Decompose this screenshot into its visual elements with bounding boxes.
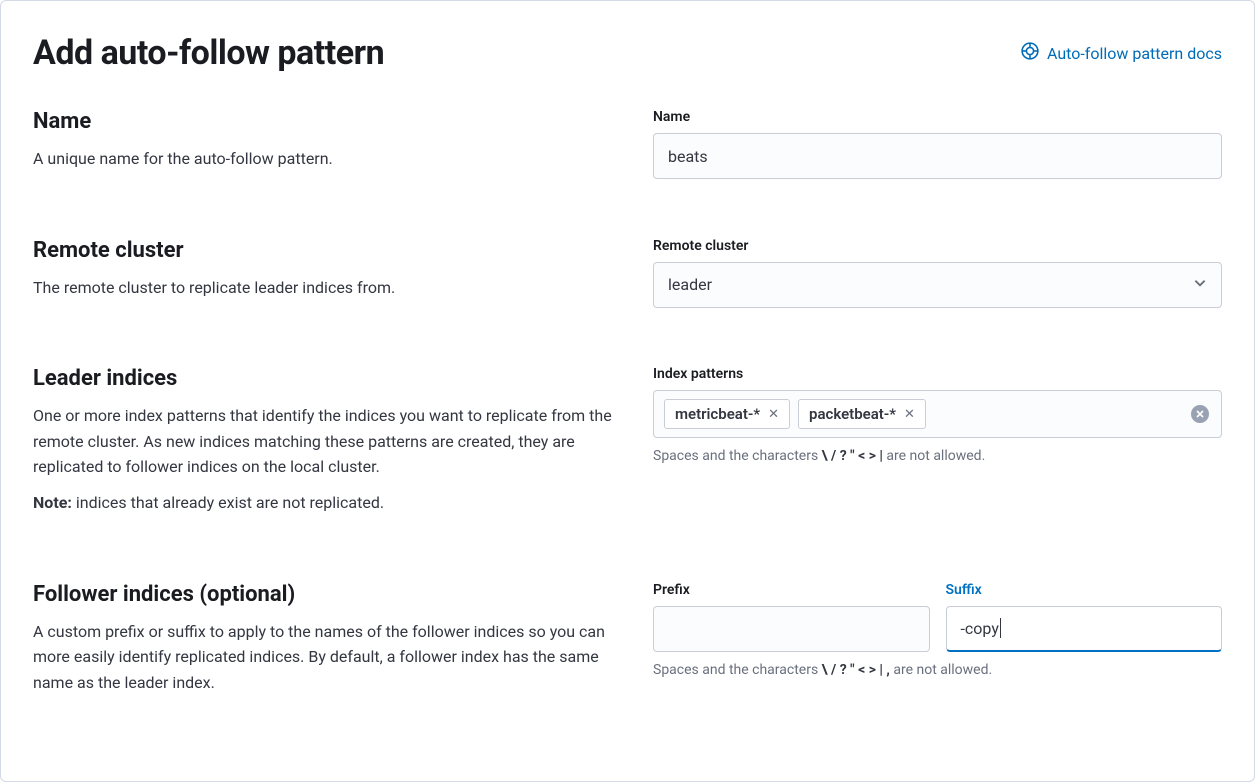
note-text: indices that already exist are not repli…: [72, 493, 384, 512]
section-name-title: Name: [33, 109, 613, 134]
index-patterns-combobox[interactable]: metricbeat-* ✕ packetbeat-* ✕: [653, 390, 1222, 438]
section-remote-desc: The remote cluster to replicate leader i…: [33, 275, 613, 301]
pill-label: metricbeat-*: [675, 405, 760, 423]
docs-link-label: Auto-follow pattern docs: [1047, 44, 1222, 63]
text-cursor: [1000, 618, 1001, 638]
section-name-desc: A unique name for the auto-follow patter…: [33, 146, 613, 172]
remote-cluster-field-label: Remote cluster: [653, 238, 1222, 254]
chevron-down-icon: [1193, 275, 1207, 294]
section-remote-cluster: Remote cluster The remote cluster to rep…: [33, 238, 1222, 311]
suffix-value: -copy: [961, 619, 999, 638]
page-header: Add auto-follow pattern Auto-follow patt…: [33, 33, 1222, 73]
close-icon[interactable]: ✕: [768, 407, 779, 422]
section-leader-indices: Leader indices One or more index pattern…: [33, 366, 1222, 525]
close-icon[interactable]: ✕: [904, 407, 915, 422]
help-icon: [1021, 42, 1039, 64]
section-follower-title: Follower indices (optional): [33, 582, 613, 607]
pill-label: packetbeat-*: [809, 405, 896, 423]
prefix-field-label: Prefix: [653, 582, 930, 598]
remote-cluster-value: leader: [668, 275, 712, 294]
name-field-label: Name: [653, 109, 1222, 125]
section-follower-desc: A custom prefix or suffix to apply to th…: [33, 619, 613, 696]
follower-help: Spaces and the characters \ / ? " < > | …: [653, 662, 1222, 678]
index-patterns-help: Spaces and the characters \ / ? " < > | …: [653, 448, 1222, 464]
section-leader-title: Leader indices: [33, 366, 613, 391]
suffix-field-label: Suffix: [946, 582, 1223, 598]
section-remote-title: Remote cluster: [33, 238, 613, 263]
suffix-input[interactable]: -copy: [946, 606, 1223, 652]
section-leader-desc: One or more index patterns that identify…: [33, 403, 613, 480]
note-label: Note:: [33, 493, 72, 512]
page-container: Add auto-follow pattern Auto-follow patt…: [0, 0, 1255, 782]
index-patterns-field-label: Index patterns: [653, 366, 1222, 382]
index-pattern-pill: packetbeat-* ✕: [798, 399, 926, 429]
index-pattern-pill: metricbeat-* ✕: [664, 399, 790, 429]
prefix-input[interactable]: [653, 606, 930, 652]
section-leader-note: Note: indices that already exist are not…: [33, 490, 613, 516]
name-input[interactable]: [653, 133, 1222, 179]
remote-cluster-select[interactable]: leader: [653, 262, 1222, 308]
clear-all-button[interactable]: [1191, 405, 1209, 423]
docs-link[interactable]: Auto-follow pattern docs: [1021, 42, 1222, 64]
page-title: Add auto-follow pattern: [33, 33, 384, 73]
section-follower-indices: Follower indices (optional) A custom pre…: [33, 582, 1222, 706]
section-name: Name A unique name for the auto-follow p…: [33, 109, 1222, 182]
